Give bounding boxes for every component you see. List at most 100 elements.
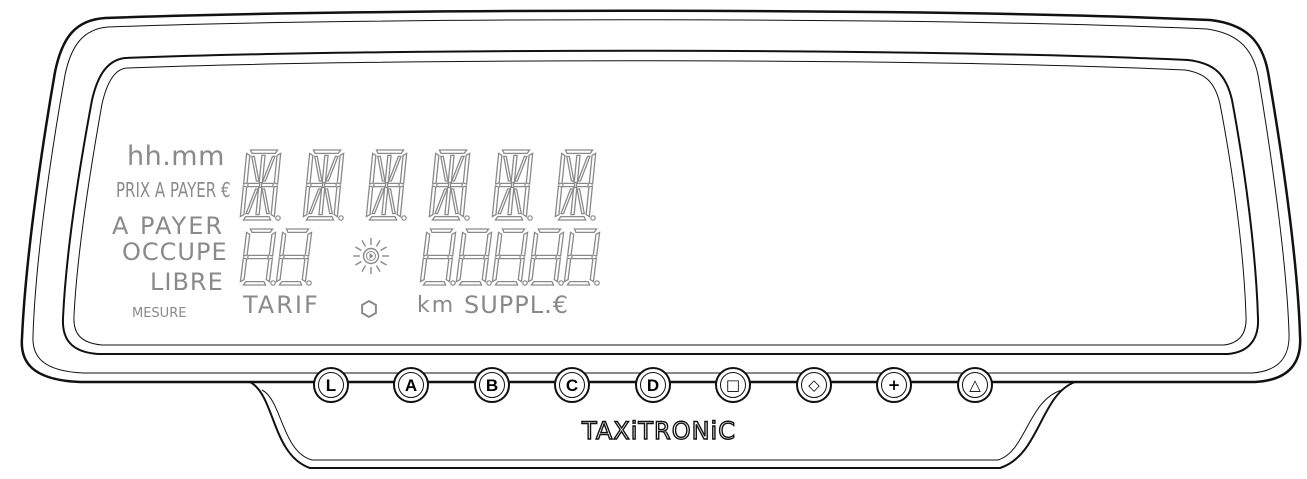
label-hh-mm: hh.mm bbox=[127, 141, 225, 172]
lcd-segment bbox=[249, 228, 274, 234]
lcd-segment bbox=[537, 228, 562, 234]
label-a-payer: A PAYER bbox=[112, 212, 225, 240]
lcd-segment bbox=[302, 185, 311, 218]
lcd-segment bbox=[494, 231, 503, 257]
lcd-segment bbox=[465, 228, 490, 234]
lcd-segment bbox=[494, 215, 524, 221]
lcd-segment bbox=[305, 215, 335, 221]
brand-logo: TAXiTRONiC bbox=[581, 417, 736, 445]
lcd-segment bbox=[527, 257, 536, 283]
lcd-decimal-point bbox=[270, 280, 276, 286]
label-libre: LIBRE bbox=[150, 268, 224, 296]
lcd-segment bbox=[313, 155, 323, 182]
lcd-segment bbox=[282, 254, 306, 260]
lcd-segment bbox=[562, 182, 576, 188]
lcd-segment bbox=[494, 280, 519, 286]
lcd-segment bbox=[436, 182, 450, 188]
lcd-segment bbox=[491, 257, 500, 283]
button-diamond[interactable]: ◇ bbox=[796, 367, 832, 403]
lcd-digit bbox=[491, 149, 534, 221]
lcd-segment bbox=[499, 182, 513, 188]
lcd-segment bbox=[498, 254, 522, 260]
lcd-segment bbox=[429, 228, 454, 234]
lcd-segment bbox=[373, 182, 387, 188]
lcd-segment bbox=[265, 257, 274, 283]
lcd-segment bbox=[399, 152, 408, 185]
lcd-segment bbox=[501, 149, 531, 155]
lcd-segment bbox=[556, 231, 565, 257]
lcd-segment bbox=[530, 231, 539, 257]
clock-ray bbox=[375, 265, 381, 272]
lcd-segment bbox=[481, 257, 490, 283]
lcd-segment bbox=[557, 215, 587, 221]
lcd-segment bbox=[273, 152, 282, 185]
lcd-digit bbox=[527, 228, 565, 286]
lcd-segment bbox=[525, 152, 534, 185]
lcd-segment bbox=[585, 185, 594, 218]
lcd-segment bbox=[459, 185, 468, 218]
lcd-segment bbox=[513, 188, 523, 215]
lcd-segment bbox=[565, 155, 575, 182]
lcd-decimal-point bbox=[590, 215, 596, 221]
button-a[interactable]: A bbox=[393, 367, 429, 403]
button-c[interactable]: C bbox=[554, 367, 590, 403]
clock-ray bbox=[375, 240, 381, 247]
lcd-segment bbox=[242, 280, 267, 286]
lcd-segment bbox=[376, 155, 386, 182]
lcd-segment bbox=[247, 182, 261, 188]
lcd-decimal-point bbox=[527, 215, 533, 221]
label-suppl: SUPPL.€ bbox=[464, 291, 570, 319]
lcd-decimal-point bbox=[338, 215, 344, 221]
lcd-segment bbox=[422, 231, 431, 257]
button-l[interactable]: L bbox=[313, 367, 349, 403]
lcd-segment bbox=[566, 231, 575, 257]
clock-ray bbox=[361, 265, 367, 272]
lcd-digit bbox=[554, 149, 597, 221]
lcd-segment bbox=[312, 149, 342, 155]
lcd-segment bbox=[592, 231, 601, 257]
lcd-segment bbox=[261, 188, 271, 215]
square-icon: □ bbox=[725, 375, 741, 394]
lcd-decimal-point bbox=[464, 215, 470, 221]
lcd-segment bbox=[270, 185, 279, 218]
lcd-segment bbox=[285, 228, 310, 234]
lcd-segment bbox=[576, 188, 586, 215]
lcd-digit bbox=[419, 228, 457, 286]
plus-icon: + bbox=[887, 375, 901, 394]
lcd-digit bbox=[491, 228, 529, 286]
lcd-digit bbox=[455, 228, 493, 286]
lcd-segment bbox=[450, 188, 460, 215]
clock-hand bbox=[369, 253, 374, 259]
lcd-segment bbox=[426, 254, 450, 260]
button-square[interactable]: □ bbox=[715, 367, 751, 403]
clock-icon bbox=[353, 238, 389, 274]
lcd-segment bbox=[563, 257, 572, 283]
lcd-segment bbox=[554, 185, 563, 218]
button-plus[interactable]: + bbox=[876, 367, 912, 403]
lcd-segment bbox=[589, 257, 598, 283]
lcd-segment bbox=[324, 188, 334, 215]
lcd-segment bbox=[278, 231, 287, 257]
lcd-segment bbox=[365, 185, 374, 218]
clock-ray bbox=[380, 260, 387, 266]
lcd-segment bbox=[368, 152, 377, 185]
lcd-segment bbox=[502, 155, 512, 182]
lcd-segment bbox=[462, 254, 486, 260]
button-triangle[interactable]: △ bbox=[957, 367, 993, 403]
lcd-segment bbox=[375, 149, 405, 155]
lcd-segment bbox=[458, 280, 483, 286]
lcd-segment bbox=[491, 185, 500, 218]
lcd-decimal-point bbox=[401, 215, 407, 221]
lcd-segment bbox=[396, 185, 405, 218]
button-d[interactable]: D bbox=[635, 367, 671, 403]
triangle-icon: △ bbox=[969, 375, 981, 394]
lcd-decimal-point bbox=[275, 215, 281, 221]
button-b[interactable]: B bbox=[474, 367, 510, 403]
hexagon-indicator-icon bbox=[361, 299, 377, 319]
lcd-segment bbox=[448, 231, 457, 257]
label-km: km bbox=[417, 293, 456, 318]
lcd-segment bbox=[304, 231, 313, 257]
lcd-segment bbox=[501, 228, 526, 234]
lcd-segment bbox=[455, 257, 464, 283]
lcd-segment bbox=[275, 257, 284, 283]
